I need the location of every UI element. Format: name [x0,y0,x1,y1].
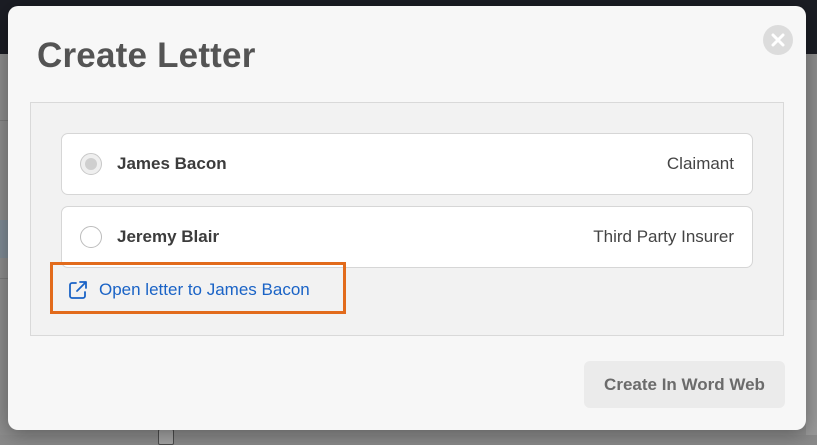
open-letter-link[interactable]: Open letter to James Bacon [67,279,310,301]
recipient-radio[interactable] [80,153,102,175]
recipient-role: Third Party Insurer [593,227,734,246]
background-right-panel [806,300,817,435]
recipient-option-jeremy-blair[interactable]: Jeremy Blair Third Party Insurer [61,206,753,268]
create-letter-dialog: Create Letter James Bacon Claimant Jerem… [8,6,806,430]
recipient-radio[interactable] [80,226,102,248]
recipient-name: James Bacon [117,154,227,173]
highlight-box: Open letter to James Bacon [50,262,346,314]
recipient-role: Claimant [666,154,734,173]
external-link-icon [67,279,89,301]
recipient-name: Jeremy Blair [117,227,220,246]
close-icon [771,33,785,47]
recipient-panel: James Bacon Claimant Jeremy Blair Third … [30,102,784,336]
recipient-option-james-bacon[interactable]: James Bacon Claimant [61,133,753,195]
background-checkbox [158,429,174,445]
close-button[interactable] [763,25,793,55]
open-letter-label: Open letter to James Bacon [99,280,310,299]
dialog-title: Create Letter [37,36,256,75]
create-in-word-web-button[interactable]: Create In Word Web [584,361,785,408]
